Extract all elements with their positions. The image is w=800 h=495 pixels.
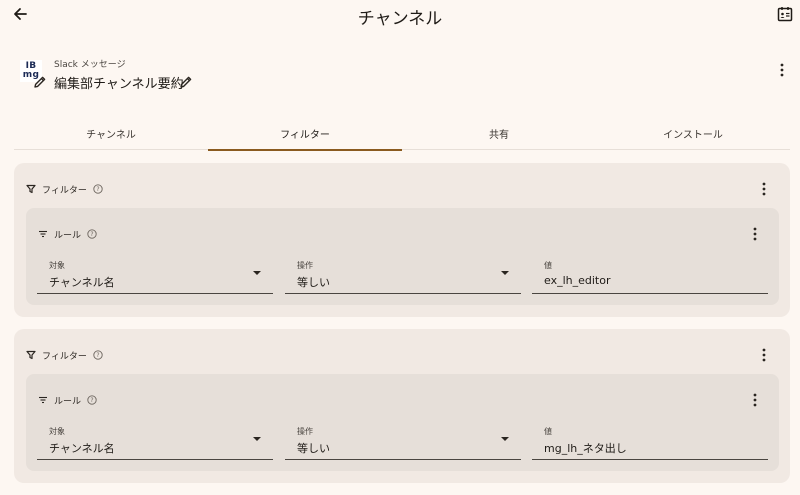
help-icon[interactable]: ? <box>87 229 97 239</box>
edit-title-button[interactable] <box>178 74 194 90</box>
filter-header: フィルター ? <box>26 347 103 363</box>
svg-text:?: ? <box>96 352 99 359</box>
help-icon[interactable]: ? <box>87 395 97 405</box>
target-value: チャンネル名 <box>49 276 115 289</box>
more-vertical-icon <box>753 227 757 241</box>
value-text: mg_lh_ネタ出し <box>544 442 627 455</box>
value-text: ex_lh_editor <box>544 274 611 287</box>
filter-label: フィルター <box>42 185 87 196</box>
rule-header: ルール ? <box>38 392 97 408</box>
pencil-icon <box>180 76 192 88</box>
svg-text:?: ? <box>96 186 99 193</box>
target-value: チャンネル名 <box>49 442 115 455</box>
help-icon[interactable]: ? <box>93 350 103 360</box>
value-label: 値 <box>544 261 552 270</box>
value-input[interactable]: 値 mg_lh_ネタ出し <box>532 424 768 460</box>
header-more-button[interactable] <box>774 60 790 80</box>
rule-card: ルール ? 対象 チャンネル名 操作 等しい 値 mg_lh_ネタ出し <box>26 374 779 471</box>
integration-title: 編集部チャンネル要約 <box>54 77 184 92</box>
filter-icon <box>26 350 36 360</box>
integration-type: Slack メッセージ <box>54 60 126 70</box>
rule-label: ルール <box>54 230 82 241</box>
rule-more-button[interactable] <box>747 224 763 244</box>
filter-label: フィルター <box>42 351 87 362</box>
value-input[interactable]: 値 ex_lh_editor <box>532 258 768 294</box>
dropdown-caret-icon <box>501 271 509 275</box>
filter-card: フィルター ? ルール ? 対象 <box>14 329 790 483</box>
more-vertical-icon <box>762 348 766 362</box>
svg-text:?: ? <box>90 397 93 404</box>
app-header: IB mg Slack メッセージ 編集部チャンネル要約 <box>18 54 798 104</box>
target-select[interactable]: 対象 チャンネル名 <box>37 424 273 460</box>
value-label: 値 <box>544 427 552 436</box>
help-icon[interactable]: ? <box>93 184 103 194</box>
svg-text:?: ? <box>90 231 93 238</box>
filter-more-button[interactable] <box>756 345 772 365</box>
page-title: チャンネル <box>357 9 443 29</box>
operator-label: 操作 <box>297 427 313 436</box>
dropdown-caret-icon <box>253 271 261 275</box>
contact-card-button[interactable] <box>776 5 794 23</box>
more-vertical-icon <box>762 182 766 196</box>
dropdown-caret-icon <box>501 437 509 441</box>
filter-header: フィルター ? <box>26 181 103 197</box>
operator-select[interactable]: 操作 等しい <box>285 424 521 460</box>
operator-value: 等しい <box>297 442 330 455</box>
rule-card: ルール ? 対象 チャンネル名 操作 等しい 値 ex_lh_editor <box>26 208 779 305</box>
rule-label: ルール <box>54 396 82 407</box>
tab-bar: チャンネル フィルター 共有 インストール <box>14 118 790 151</box>
target-label: 対象 <box>49 261 65 270</box>
tab-channel[interactable]: チャンネル <box>14 118 208 150</box>
filter-more-button[interactable] <box>756 179 772 199</box>
operator-select[interactable]: 操作 等しい <box>285 258 521 294</box>
more-vertical-icon <box>753 393 757 407</box>
more-vertical-icon <box>780 63 784 77</box>
pencil-icon <box>34 76 46 88</box>
target-label: 対象 <box>49 427 65 436</box>
edit-logo-button[interactable] <box>32 74 48 90</box>
operator-value: 等しい <box>297 276 330 289</box>
rule-header: ルール ? <box>38 226 97 242</box>
tab-install[interactable]: インストール <box>596 118 790 150</box>
dropdown-caret-icon <box>253 437 261 441</box>
tab-share[interactable]: 共有 <box>402 118 596 150</box>
filter-icon <box>26 184 36 194</box>
sort-lines-icon <box>39 396 47 404</box>
contact-card-icon <box>777 7 793 22</box>
target-select[interactable]: 対象 チャンネル名 <box>37 258 273 294</box>
top-bar: チャンネル <box>0 0 800 30</box>
filter-card: フィルター ? ルール ? 対象 <box>14 163 790 317</box>
sort-lines-icon <box>39 230 47 238</box>
operator-label: 操作 <box>297 261 313 270</box>
rule-more-button[interactable] <box>747 390 763 410</box>
tab-filter[interactable]: フィルター <box>208 118 402 151</box>
